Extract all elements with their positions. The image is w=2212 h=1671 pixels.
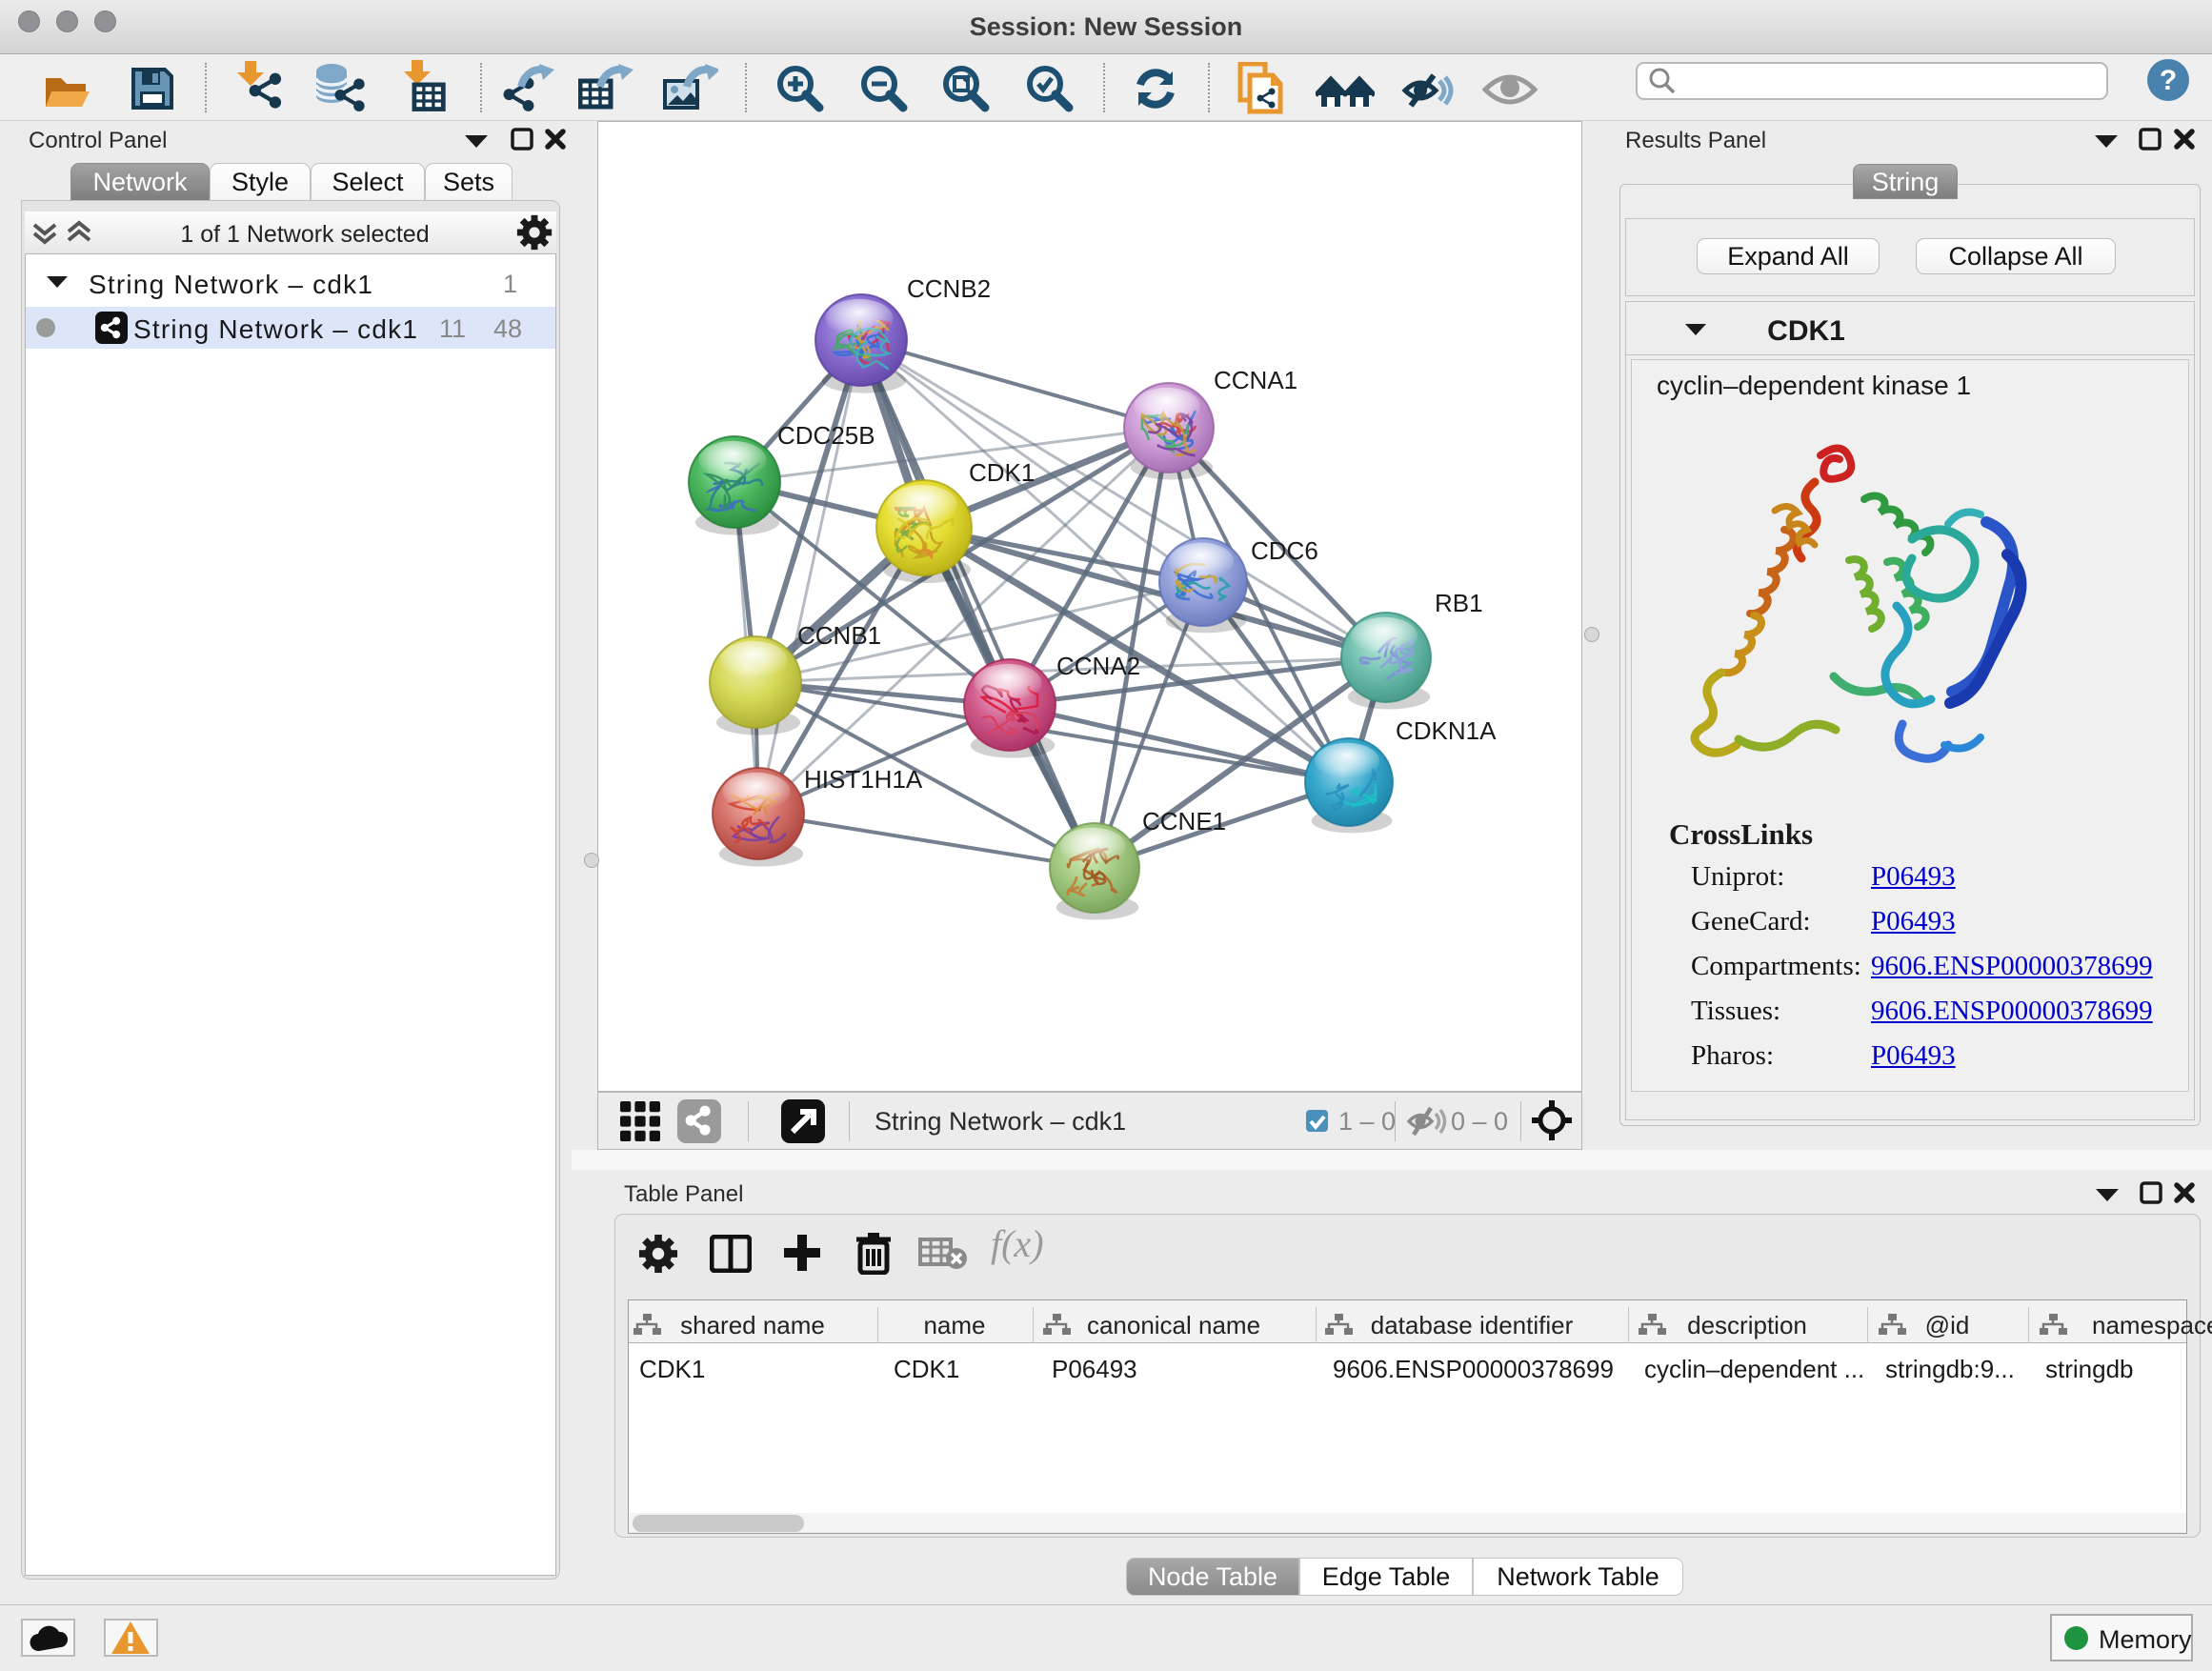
svg-text:CDK1: CDK1 — [969, 458, 1035, 487]
svg-text:CCNB1: CCNB1 — [797, 621, 881, 650]
svg-text:CDKN1A: CDKN1A — [1396, 716, 1497, 745]
svg-text:?: ? — [2160, 65, 2177, 96]
svg-text:CCNE1: CCNE1 — [1142, 807, 1226, 836]
svg-text:CCNB2: CCNB2 — [907, 274, 991, 303]
svg-text:CCNA1: CCNA1 — [1214, 366, 1297, 394]
svg-text:CCNA2: CCNA2 — [1056, 652, 1140, 680]
svg-text:HIST1H1A: HIST1H1A — [804, 765, 923, 794]
svg-text:CDC6: CDC6 — [1251, 536, 1318, 565]
svg-text:RB1: RB1 — [1435, 589, 1483, 617]
svg-text:CDC25B: CDC25B — [777, 421, 875, 450]
